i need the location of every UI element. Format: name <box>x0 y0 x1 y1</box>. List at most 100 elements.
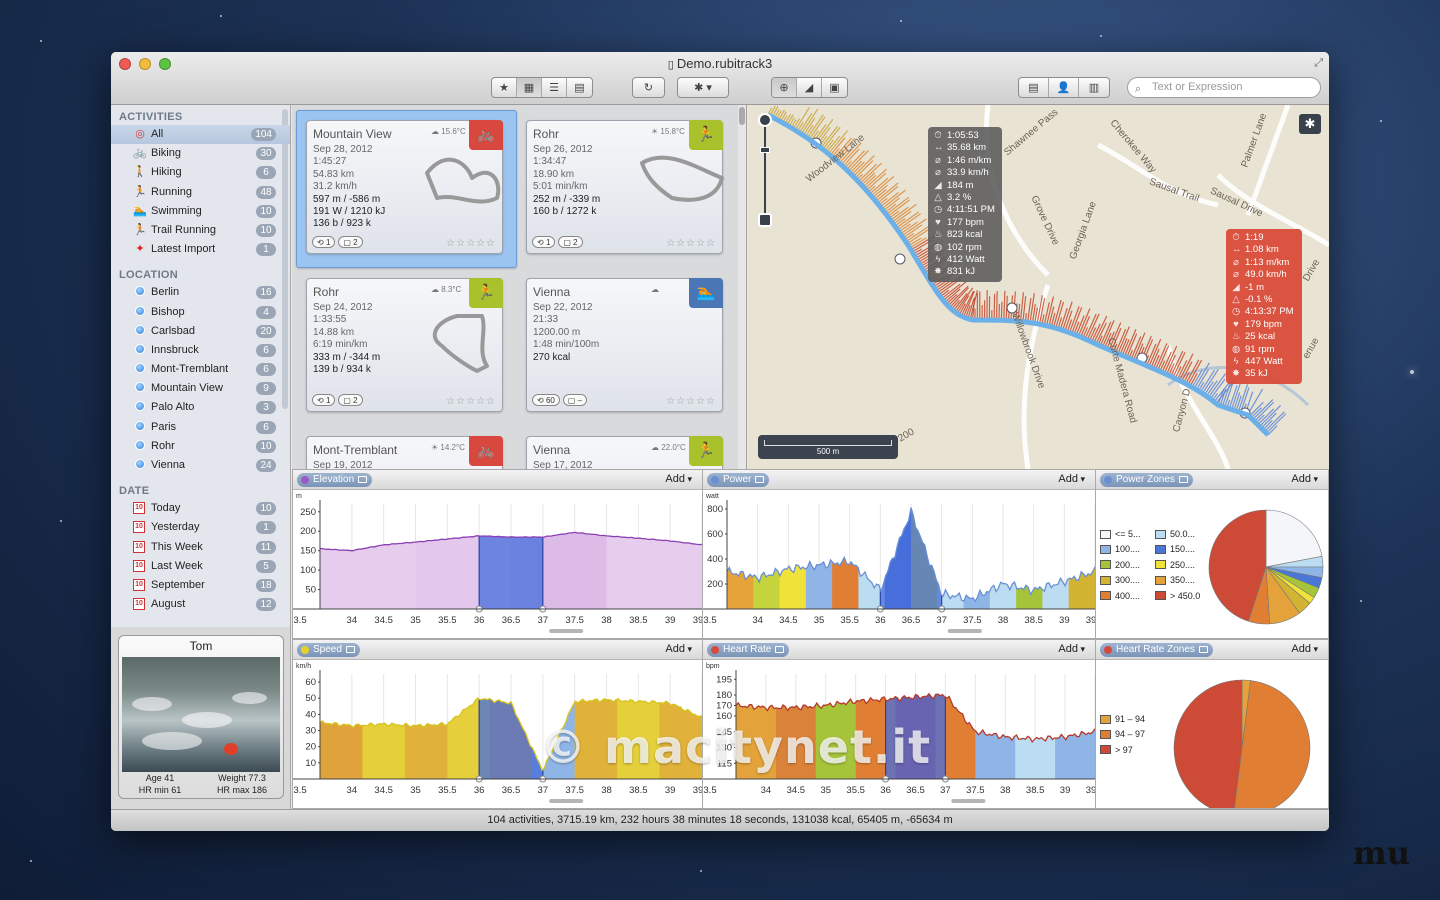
sidebar: ACTIVITIES ◎ All 104 🚲 Biking 30 🚶 Hiking 6 🏃 Runn… <box>111 105 291 627</box>
metric-icon: ♥ <box>1233 318 1239 330</box>
route-map[interactable]: Woodview Lane Shawnee Pass Cherokee Way Pal… <box>748 105 1329 469</box>
sidebar-item-bishop[interactable]: Bishop 4 <box>111 303 290 322</box>
metric-value: 33.9 km/h <box>947 167 989 179</box>
sidebar-item-last-week[interactable]: 10 Last Week 5 <box>111 557 290 576</box>
heart-rate-title-pill[interactable]: Heart Rate <box>707 643 790 657</box>
activity-card[interactable]: Mont-Tremblant ☀ 14.2°C 🚲 Sep 19, 2012 <box>306 436 503 469</box>
sidebar-item-vienna[interactable]: Vienna 24 <box>111 456 290 475</box>
table-view-button[interactable]: ▤ <box>567 78 592 97</box>
list-view-button[interactable]: ☰ <box>542 78 567 97</box>
sidebar-item-label: Innsbruck <box>151 343 199 356</box>
sidebar-item-paris[interactable]: Paris 6 <box>111 418 290 437</box>
equipment-icon[interactable]: ▤ <box>1019 78 1049 97</box>
activity-stat: 270 kcal <box>533 351 571 363</box>
sidebar-item-biking[interactable]: 🚲 Biking 30 <box>111 144 290 163</box>
chart-panel-button[interactable]: ◢ <box>797 78 822 97</box>
rating-stars[interactable]: ☆☆☆☆☆ <box>446 238 496 249</box>
activity-card[interactable]: Vienna ☁ 🏊 Sep 22, 2012 21:33 1200.00 m 1:48 m… <box>526 278 723 412</box>
metric-icon: ⌀ <box>935 167 941 179</box>
zoom-out-knob[interactable] <box>758 213 772 227</box>
heart-rate-add-menu[interactable]: Add <box>1058 643 1085 655</box>
athlete-icon[interactable]: 👤 <box>1049 78 1079 97</box>
hr-zones-add-menu[interactable]: Add <box>1291 643 1318 655</box>
route-heat-spike <box>872 184 888 199</box>
sidebar-item-rohr[interactable]: Rohr 10 <box>111 437 290 456</box>
x-tick-label: 34 <box>761 785 772 796</box>
power-title-pill[interactable]: Power <box>707 473 770 487</box>
activity-stat: 1:33:55 <box>313 314 347 326</box>
x-tick-label: 35 <box>410 785 421 796</box>
sidebar-item-today[interactable]: 10 Today 10 <box>111 499 290 518</box>
sidebar-item-september[interactable]: 10 September 18 <box>111 576 290 595</box>
popout-icon <box>775 646 785 653</box>
sidebar-item-running[interactable]: 🏃 Running 48 <box>111 183 290 202</box>
y-unit-label: watt <box>705 493 719 500</box>
action-gear-icon[interactable]: ✱ ▾ <box>678 78 728 97</box>
sync-icon[interactable]: ↻ <box>633 78 664 97</box>
sidebar-item-label: Bishop <box>151 305 185 318</box>
sidebar-item-all[interactable]: ◎ All 104 <box>111 125 290 145</box>
power-zones-pie[interactable] <box>1096 490 1329 639</box>
activity-card[interactable]: Vienna ☁ 22.0°C 🏃 Sep 17, 2012 <box>526 436 723 469</box>
status-bar: 104 activities, 3715.19 km, 232 hours 38… <box>111 809 1329 831</box>
map-settings-gear-icon[interactable]: ✱ <box>1299 114 1321 134</box>
sidebar-item-this-week[interactable]: 10 This Week 11 <box>111 538 290 557</box>
power-zones-add-menu[interactable]: Add <box>1291 473 1318 485</box>
sidebar-item-berlin[interactable]: Berlin 16 <box>111 283 290 302</box>
power-add-menu[interactable]: Add <box>1058 473 1085 485</box>
activity-stat: 1:34:47 <box>533 156 567 168</box>
activity-card[interactable]: Mountain View ☁ 15.6°C 🚲 Sep 28, 2012 1:45:2… <box>306 120 503 254</box>
sidebar-item-latest-import[interactable]: ✦ Latest Import 1 <box>111 240 290 259</box>
info-panel-button[interactable]: ▣ <box>822 78 847 97</box>
x-tick-label: 34 <box>347 785 358 796</box>
power-chart[interactable]: watt 200 400 600 800 3.5 34 34.5 35 35.5 36 36.5 37 3… <box>703 490 1096 639</box>
hr-zones-title-pill[interactable]: Heart Rate Zones <box>1100 643 1213 657</box>
weather-icon: ☀ 14.2°C <box>431 443 465 452</box>
activity-stats: Sep 28, 2012 1:45:27 54.83 km 31.2 km/h 597 … <box>313 144 385 231</box>
rating-stars[interactable]: ☆☆☆☆☆ <box>666 396 716 407</box>
sidebar-item-palo-alto[interactable]: Palo Alto 3 <box>111 398 290 417</box>
grid-view-button[interactable]: ▦ <box>517 78 542 97</box>
sidebar-item-august[interactable]: 10 August 12 <box>111 595 290 614</box>
map-panel-button[interactable]: ⊕ <box>772 78 797 97</box>
hiking-icon: 🚶 <box>133 166 147 179</box>
sidebar-item-yesterday[interactable]: 10 Yesterday 1 <box>111 518 290 537</box>
athlete-card[interactable]: Tom Age 41 Weight 77.3 HR min 61 HR max 18… <box>118 635 284 799</box>
sidebar-item-swimming[interactable]: 🏊 Swimming 10 <box>111 202 290 221</box>
sidebar-item-carlsbad[interactable]: Carlsbad 20 <box>111 322 290 341</box>
sidebar-item-label: September <box>151 578 205 591</box>
sidebar-item-mont-tremblant[interactable]: Mont-Tremblant 6 <box>111 360 290 379</box>
swimming-icon: 🏊 <box>133 204 147 217</box>
fullscreen-icon[interactable]: ⤢ <box>1314 57 1323 70</box>
zone-band <box>975 693 1016 779</box>
activity-card[interactable]: Rohr ☀ 15.8°C 🏃 Sep 26, 2012 1:34:47 18.90 km… <box>526 120 724 254</box>
speed-title-pill[interactable]: Speed <box>297 643 360 657</box>
weather-icon: ☁ 22.0°C <box>651 443 686 452</box>
zoom-in-knob[interactable] <box>758 113 772 127</box>
count-badge: 48 <box>256 185 276 199</box>
favorites-view-button[interactable]: ★ <box>492 78 517 97</box>
rating-stars[interactable]: ☆☆☆☆☆ <box>446 396 496 407</box>
sidebar-item-hiking[interactable]: 🚶 Hiking 6 <box>111 163 290 182</box>
elevation-title-pill[interactable]: Elevation <box>297 473 373 487</box>
elevation-add-menu[interactable]: Add <box>665 473 692 485</box>
rating-stars[interactable]: ☆☆☆☆☆ <box>666 238 716 249</box>
metric-value: 1:05:53 <box>947 130 979 141</box>
power-zones-title-pill[interactable]: Power Zones <box>1100 473 1193 487</box>
notes-chip: ▢ 2 <box>338 236 363 248</box>
elevation-chart[interactable]: m 50 100 150 200 250 3.5 34 34.5 35 35.5 36 36.5 37 37… <box>293 490 703 639</box>
sidebar-item-mountain-view[interactable]: Mountain View 9 <box>111 379 290 398</box>
map-zoom-slider[interactable] <box>758 113 772 227</box>
info-row: △ -0.1 % <box>1232 294 1296 306</box>
speed-add-menu[interactable]: Add <box>665 643 692 655</box>
card-badges: ⟲ 1 ▢ 2 <box>312 394 363 406</box>
sidebar-item-trail-running[interactable]: 🏃 Trail Running 10 <box>111 221 290 240</box>
activity-card[interactable]: Rohr ☁ 8.3°C 🏃 Sep 24, 2012 1:33:55 14.88 km 6… <box>306 278 503 412</box>
statistics-icon[interactable]: ▥ <box>1079 78 1109 97</box>
sidebar-item-innsbruck[interactable]: Innsbruck 6 <box>111 341 290 360</box>
hr-zones-pie[interactable] <box>1096 660 1329 809</box>
zoom-level-thumb[interactable] <box>760 147 770 153</box>
location-pin-icon <box>133 343 147 357</box>
activity-grid-scrollbar[interactable] <box>738 105 746 469</box>
search-input[interactable]: ⌕ Text or Expression <box>1127 77 1321 98</box>
